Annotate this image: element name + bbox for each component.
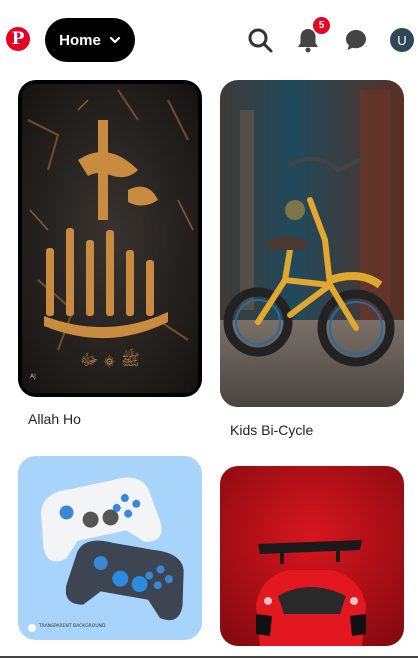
pin-title[interactable]: Kids Bi-Cycle <box>230 422 313 438</box>
notification-badge: 5 <box>312 16 331 35</box>
pinterest-logo[interactable]: P <box>6 27 30 51</box>
top-header: P Home 5 U <box>0 0 418 80</box>
chevron-down-icon <box>109 36 120 44</box>
pin-watermark: AJ <box>30 373 36 380</box>
home-label: Home <box>59 31 101 49</box>
message-icon[interactable] <box>342 26 370 54</box>
pin-watermark: TRANSPARENT BACKGROUND <box>38 623 106 629</box>
avatar[interactable]: U <box>390 28 414 52</box>
pin-image: ﷺ ۞ ﷻ AJ <box>22 84 198 393</box>
pin-title[interactable]: Allah Ho <box>28 411 81 427</box>
pin-image <box>220 466 404 646</box>
pin-card[interactable]: ﷺ ۞ ﷻ AJ <box>18 80 202 397</box>
pin-card[interactable] <box>220 80 404 407</box>
pin-card[interactable]: TRANSPARENT BACKGROUND <box>18 456 202 640</box>
home-button[interactable]: Home <box>45 18 135 62</box>
svg-text:ﷺ ۞ ﷻ: ﷺ ۞ ﷻ <box>80 348 140 369</box>
pin-card[interactable] <box>220 466 404 646</box>
search-icon[interactable] <box>246 26 274 54</box>
logo-glyph: P <box>11 29 25 49</box>
avatar-initial: U <box>397 32 407 48</box>
pin-image: TRANSPARENT BACKGROUND <box>18 456 202 640</box>
pin-image <box>220 80 404 407</box>
